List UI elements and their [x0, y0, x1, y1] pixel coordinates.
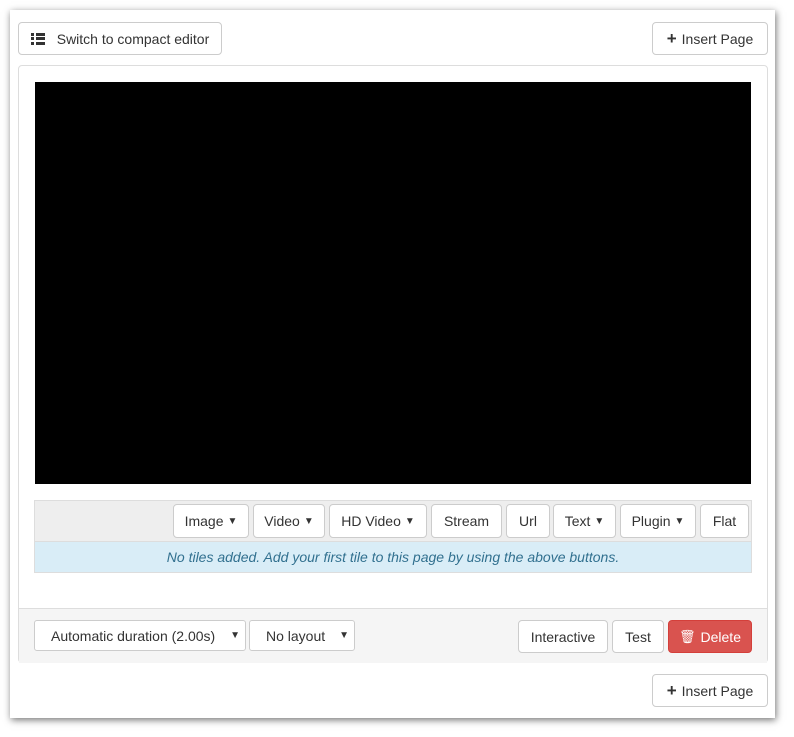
- stream-tile-label: Stream: [443, 513, 490, 529]
- select-arrow-icon: ▼: [230, 630, 240, 641]
- caret-down-icon: ▼: [594, 515, 605, 527]
- tile-toolbar: Image ▼ Video ▼ HD Video ▼ Stream Url Text ▼: [35, 501, 751, 542]
- plugin-tile-label: Plugin: [631, 513, 671, 529]
- insert-page-label: Insert Page: [681, 30, 754, 47]
- delete-button[interactable]: 🗑 Delete: [668, 620, 752, 653]
- page-editor-window: Switch to compact editor + Insert Page I…: [10, 10, 775, 718]
- stream-tile-button[interactable]: Stream: [431, 504, 502, 538]
- caret-down-icon: ▼: [303, 515, 314, 527]
- test-label: Test: [625, 628, 651, 645]
- insert-page-button-top[interactable]: + Insert Page: [652, 22, 768, 55]
- text-tile-button[interactable]: Text ▼: [553, 504, 616, 538]
- interactive-label: Interactive: [530, 628, 596, 645]
- panel-footer: Automatic duration (2.00s) ▼ No layout ▼…: [19, 608, 767, 663]
- caret-down-icon: ▼: [227, 515, 238, 527]
- page-panel: Image ▼ Video ▼ HD Video ▼ Stream Url Text ▼: [18, 65, 768, 663]
- url-tile-label: Url: [519, 513, 537, 529]
- trash-icon: 🗑: [679, 628, 696, 644]
- duration-select[interactable]: Automatic duration (2.00s) ▼: [34, 620, 246, 651]
- image-tile-label: Image: [184, 513, 224, 529]
- select-arrow-icon: ▼: [339, 630, 349, 641]
- page-preview-canvas[interactable]: [35, 82, 751, 484]
- video-tile-button[interactable]: Video ▼: [253, 504, 325, 538]
- layout-select-value: No layout: [266, 627, 326, 644]
- caret-down-icon: ▼: [674, 515, 685, 527]
- hd-video-tile-label: HD Video: [341, 513, 401, 529]
- duration-select-value: Automatic duration (2.00s): [51, 627, 216, 644]
- tiles-section: Image ▼ Video ▼ HD Video ▼ Stream Url Text ▼: [34, 500, 752, 573]
- no-tiles-message: No tiles added. Add your first tile to t…: [35, 542, 751, 572]
- list-icon: [30, 32, 45, 45]
- caret-down-icon: ▼: [404, 515, 415, 527]
- delete-label: Delete: [700, 628, 741, 645]
- insert-page-label: Insert Page: [681, 682, 754, 699]
- test-button[interactable]: Test: [612, 620, 664, 653]
- plugin-tile-button[interactable]: Plugin ▼: [620, 504, 696, 538]
- video-tile-label: Video: [264, 513, 300, 529]
- hd-video-tile-button[interactable]: HD Video ▼: [329, 504, 427, 538]
- plus-icon: +: [666, 29, 677, 48]
- text-tile-label: Text: [564, 513, 591, 529]
- switch-compact-editor-button[interactable]: Switch to compact editor: [18, 22, 222, 55]
- insert-page-button-bottom[interactable]: + Insert Page: [652, 674, 768, 707]
- url-tile-button[interactable]: Url: [506, 504, 550, 538]
- flat-tile-label: Flat: [712, 513, 737, 529]
- plus-icon: +: [666, 681, 677, 700]
- image-tile-button[interactable]: Image ▼: [173, 504, 249, 538]
- interactive-button[interactable]: Interactive: [518, 620, 608, 653]
- layout-select[interactable]: No layout ▼: [249, 620, 355, 651]
- switch-compact-editor-label: Switch to compact editor: [56, 30, 210, 47]
- flat-tile-button[interactable]: Flat: [700, 504, 749, 538]
